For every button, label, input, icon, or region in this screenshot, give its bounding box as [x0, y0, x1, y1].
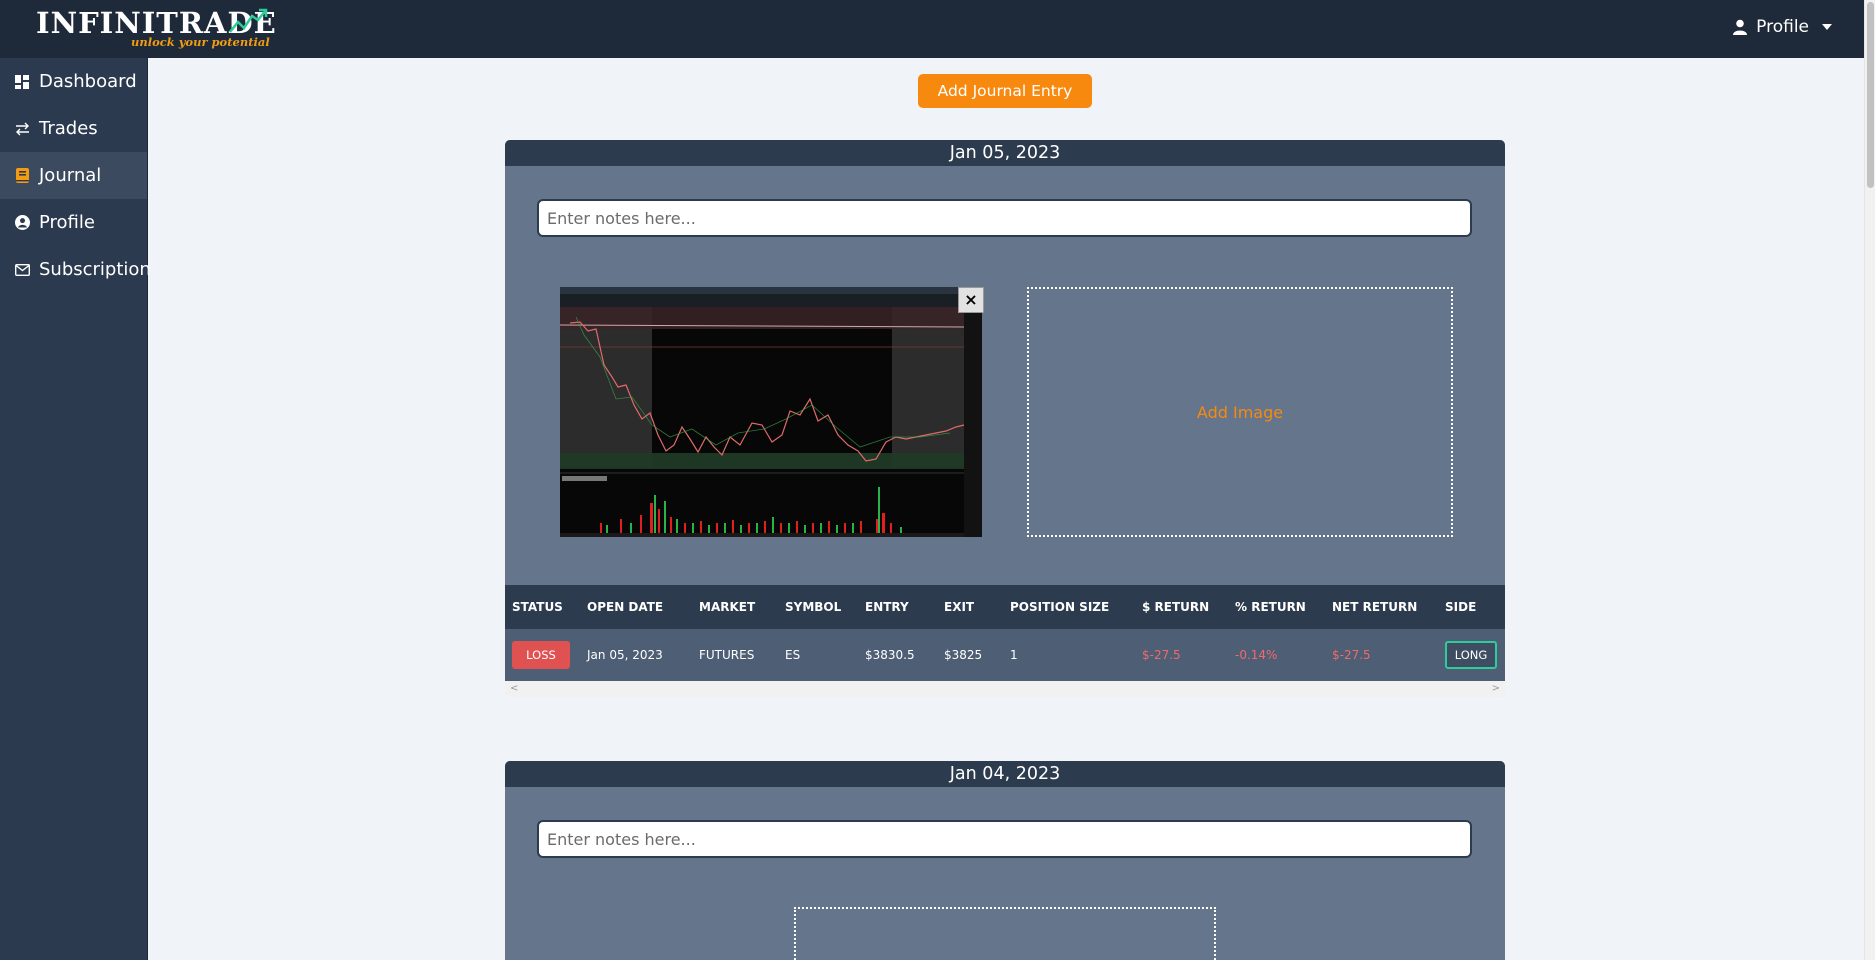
column-header-exit: EXIT: [944, 600, 975, 614]
brand-logo[interactable]: INFINITRADE unlock your potential: [36, 4, 276, 54]
trade-table: STATUS OPEN DATE MARKET SYMBOL ENTRY EXI…: [505, 585, 1505, 697]
brand-tagline: unlock your potential: [131, 35, 270, 49]
exit-cell: $3825: [944, 648, 983, 662]
column-header-position-size: POSITION SIZE: [1010, 600, 1110, 614]
side-badge: LONG: [1445, 641, 1497, 669]
trade-screenshot-image: [560, 287, 982, 537]
page-scrollbar[interactable]: [1864, 0, 1875, 960]
table-row[interactable]: LOSS Jan 05, 2023 FUTURES ES $3830.5 $38…: [505, 629, 1505, 681]
journal-entry-card: Jan 05, 2023 Enter notes here... × Add I…: [505, 140, 1505, 697]
open-date-cell: Jan 05, 2023: [587, 648, 663, 662]
column-header-symbol: SYMBOL: [785, 600, 842, 614]
arrows-exchange-icon: [14, 121, 30, 137]
sidebar-item-subscription[interactable]: Subscription: [0, 246, 151, 293]
sidebar-item-label: Subscription: [39, 259, 151, 280]
remove-image-button[interactable]: ×: [958, 287, 984, 313]
sidebar-item-label: Journal: [39, 165, 102, 186]
envelope-icon: [14, 262, 30, 278]
table-header-row: STATUS OPEN DATE MARKET SYMBOL ENTRY EXI…: [505, 585, 1505, 629]
table-horizontal-scrollbar[interactable]: < >: [505, 681, 1505, 697]
sidebar-item-label: Trades: [39, 118, 98, 139]
column-header-entry: ENTRY: [865, 600, 909, 614]
add-image-dropzone[interactable]: Add Image: [1027, 287, 1453, 537]
dashboard-icon: [14, 74, 30, 90]
symbol-cell: ES: [785, 648, 801, 662]
caret-down-icon: [1822, 24, 1832, 30]
column-header-dollar-return: $ RETURN: [1142, 600, 1210, 614]
trend-chart-icon: [229, 8, 268, 33]
status-badge: LOSS: [512, 641, 570, 669]
user-icon: [1733, 19, 1748, 35]
journal-entry-date: Jan 05, 2023: [505, 140, 1505, 166]
column-header-pct-return: % RETURN: [1235, 600, 1306, 614]
sidebar-item-label: Dashboard: [39, 71, 137, 92]
add-journal-entry-button[interactable]: Add Journal Entry: [918, 74, 1092, 108]
dollar-return-cell: $-27.5: [1142, 648, 1181, 662]
market-cell: FUTURES: [699, 648, 755, 662]
notes-input[interactable]: [537, 820, 1472, 858]
top-navbar: INFINITRADE unlock your potential Profil…: [0, 0, 1875, 58]
page-scrollbar-thumb[interactable]: [1867, 2, 1874, 188]
entry-cell: $3830.5: [865, 648, 915, 662]
column-header-status: STATUS: [512, 600, 563, 614]
add-image-dropzone[interactable]: [794, 907, 1216, 960]
column-header-market: MARKET: [699, 600, 756, 614]
scroll-left-arrow-icon[interactable]: <: [510, 681, 518, 697]
sidebar: Dashboard Trades Journal Profile Subscri…: [0, 58, 151, 960]
user-circle-icon: [14, 215, 30, 231]
column-header-net-return: NET RETURN: [1332, 600, 1418, 614]
profile-dropdown[interactable]: Profile: [1732, 17, 1833, 37]
column-header-side: SIDE: [1445, 600, 1477, 614]
side-cell: LONG: [1438, 629, 1505, 681]
add-image-label: Add Image: [1196, 402, 1284, 422]
sidebar-item-profile[interactable]: Profile: [0, 199, 147, 246]
sidebar-item-trades[interactable]: Trades: [0, 105, 147, 152]
sidebar-item-journal[interactable]: Journal: [0, 152, 147, 199]
profile-dropdown-label: Profile: [1756, 17, 1809, 37]
journal-entry-date: Jan 04, 2023: [505, 761, 1505, 787]
scroll-right-arrow-icon[interactable]: >: [1492, 681, 1500, 697]
position-size-cell: 1: [1010, 648, 1018, 662]
pct-return-cell: -0.14%: [1235, 648, 1278, 662]
trade-screenshot[interactable]: [560, 287, 982, 537]
column-header-open-date: OPEN DATE: [587, 600, 664, 614]
net-return-cell: $-27.5: [1332, 648, 1371, 662]
sidebar-item-dashboard[interactable]: Dashboard: [0, 58, 147, 105]
status-cell: LOSS: [505, 629, 580, 681]
sidebar-item-label: Profile: [39, 212, 95, 233]
notes-input[interactable]: [537, 199, 1472, 237]
book-icon: [14, 168, 30, 184]
journal-entry-card: Jan 04, 2023: [505, 761, 1505, 960]
